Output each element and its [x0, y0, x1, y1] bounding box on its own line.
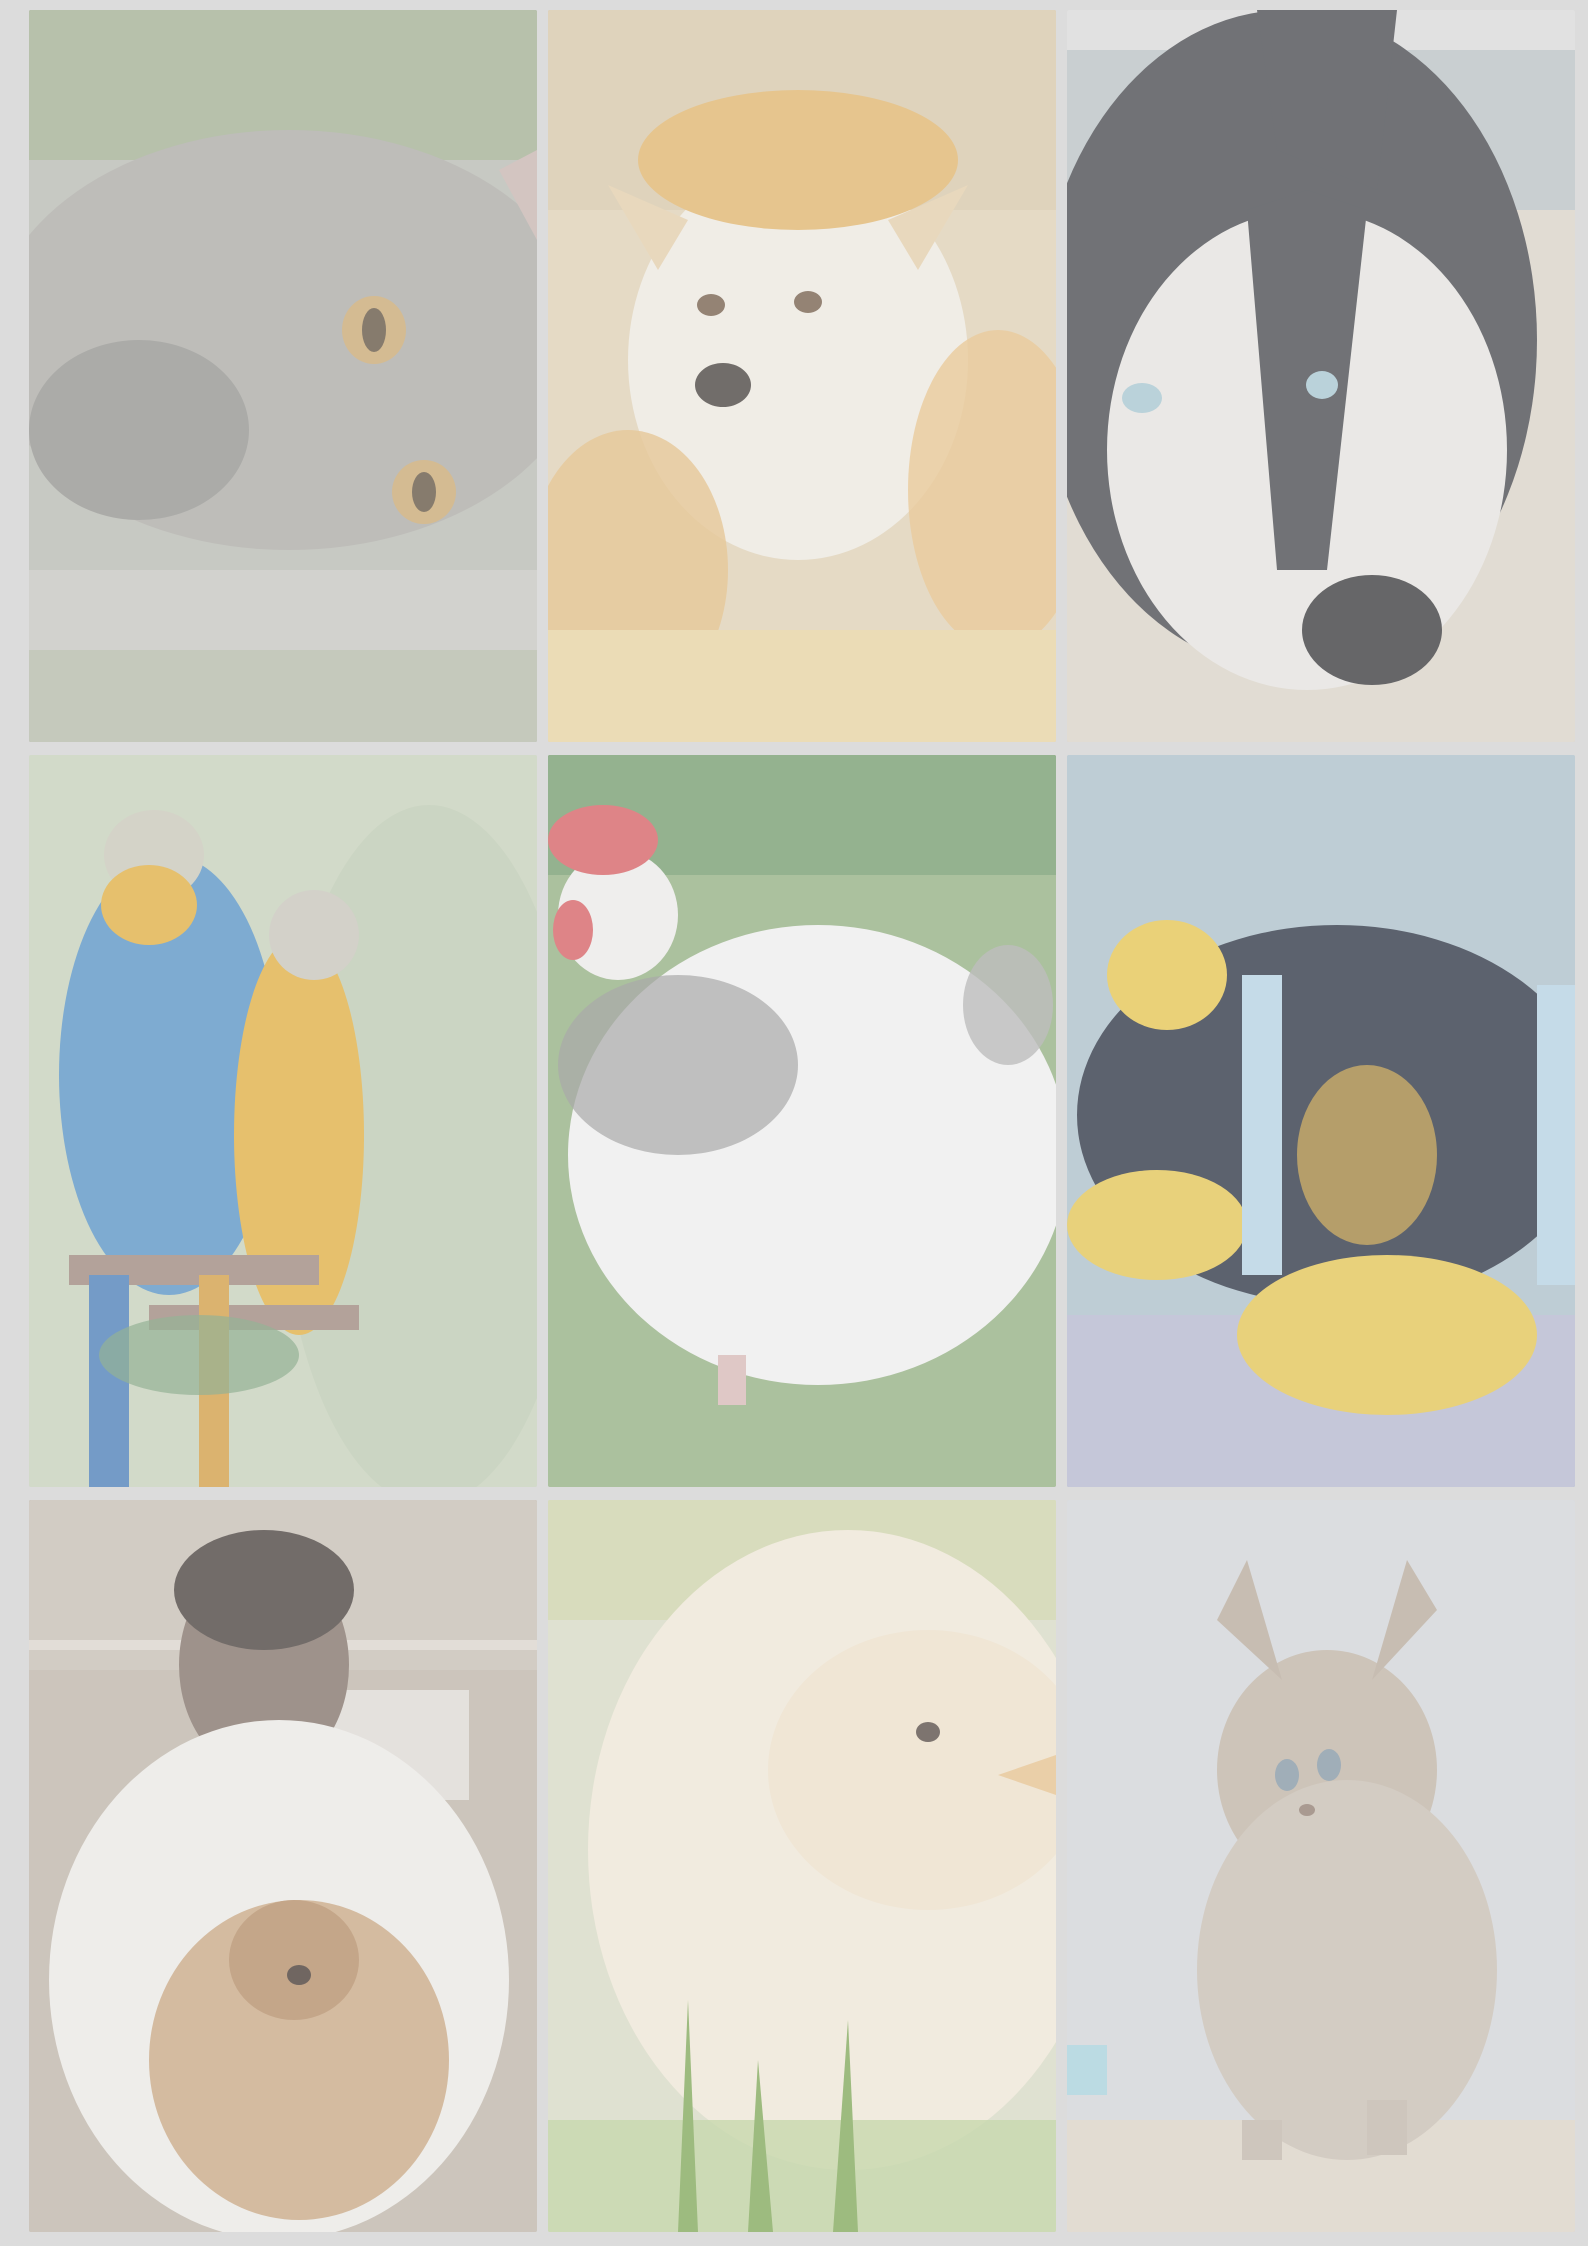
image-tile-macaws[interactable] — [29, 755, 537, 1487]
chick-image — [548, 1500, 1056, 2232]
image-tile-clownfish[interactable] — [1067, 755, 1575, 1487]
image-tile-hen[interactable] — [548, 755, 1056, 1487]
image-tile-chick[interactable] — [548, 1500, 1056, 2232]
husky-image — [1067, 10, 1575, 742]
image-tile-husky[interactable] — [1067, 10, 1575, 742]
macaw-image — [29, 755, 537, 1487]
image-tile-man-with-dog[interactable] — [29, 1500, 537, 2232]
image-tile-dog-leaves[interactable] — [548, 10, 1056, 742]
image-tile-cat[interactable] — [29, 10, 537, 742]
dog-image — [548, 10, 1056, 742]
man-dog-image — [29, 1500, 537, 2232]
hen-image — [548, 755, 1056, 1487]
cat-image — [29, 10, 537, 742]
image-grid — [29, 10, 1575, 2232]
clownfish-image — [1067, 755, 1575, 1487]
image-tile-kitten[interactable] — [1067, 1500, 1575, 2232]
kitten-image — [1067, 1500, 1575, 2232]
